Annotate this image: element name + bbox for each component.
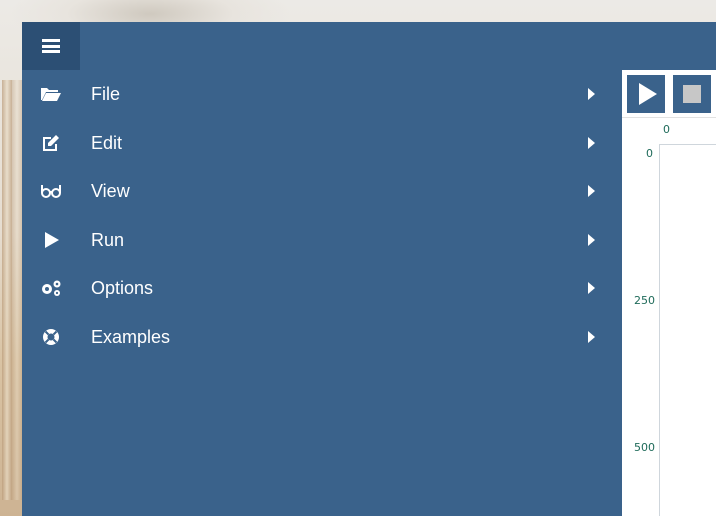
y-axis-tick: 0	[646, 147, 653, 160]
play-icon	[22, 216, 80, 264]
menu-item-examples[interactable]: Examples	[22, 313, 622, 361]
menu-item-label: File	[91, 83, 121, 104]
side-menu: File Edit View Run Options Examples	[22, 70, 622, 516]
menu-item-label: Options	[91, 277, 154, 298]
chevron-right-icon	[588, 331, 595, 343]
chevron-right-icon	[588, 185, 595, 197]
menu-item-options[interactable]: Options	[22, 264, 622, 312]
drawing-canvas[interactable]	[659, 144, 716, 516]
y-axis-tick: 250	[634, 294, 655, 307]
y-axis-tick: 500	[634, 441, 655, 454]
menu-item-label: Examples	[91, 326, 171, 347]
menu-item-label: View	[91, 180, 130, 201]
chevron-right-icon	[588, 137, 595, 149]
chevron-right-icon	[588, 234, 595, 246]
menu-toggle-button[interactable]	[22, 22, 80, 70]
edit-icon	[22, 119, 80, 167]
play-icon	[639, 83, 657, 105]
menu-item-file[interactable]: File	[22, 70, 622, 118]
chevron-right-icon	[588, 282, 595, 294]
stop-button[interactable]	[673, 75, 711, 113]
app-window: File Edit View Run Options Examples 0 0 …	[22, 22, 716, 516]
menu-item-edit[interactable]: Edit	[22, 119, 622, 167]
gears-icon	[22, 264, 80, 312]
lifebuoy-icon	[22, 313, 80, 361]
hamburger-icon	[42, 39, 60, 53]
menu-item-label: Run	[91, 229, 125, 250]
run-toolbar	[622, 70, 716, 118]
stop-icon	[683, 85, 701, 103]
menu-item-view[interactable]: View	[22, 167, 622, 215]
glasses-icon	[22, 167, 80, 215]
drawing-canvas-area: 0 0 250 500	[622, 118, 716, 516]
top-bar	[22, 22, 716, 70]
play-button[interactable]	[627, 75, 665, 113]
background-column	[12, 80, 22, 500]
background-column	[2, 80, 12, 500]
menu-item-run[interactable]: Run	[22, 216, 622, 264]
chevron-right-icon	[588, 88, 595, 100]
folder-open-icon	[22, 70, 80, 118]
menu-item-label: Edit	[91, 132, 123, 153]
x-axis-tick: 0	[663, 123, 670, 136]
